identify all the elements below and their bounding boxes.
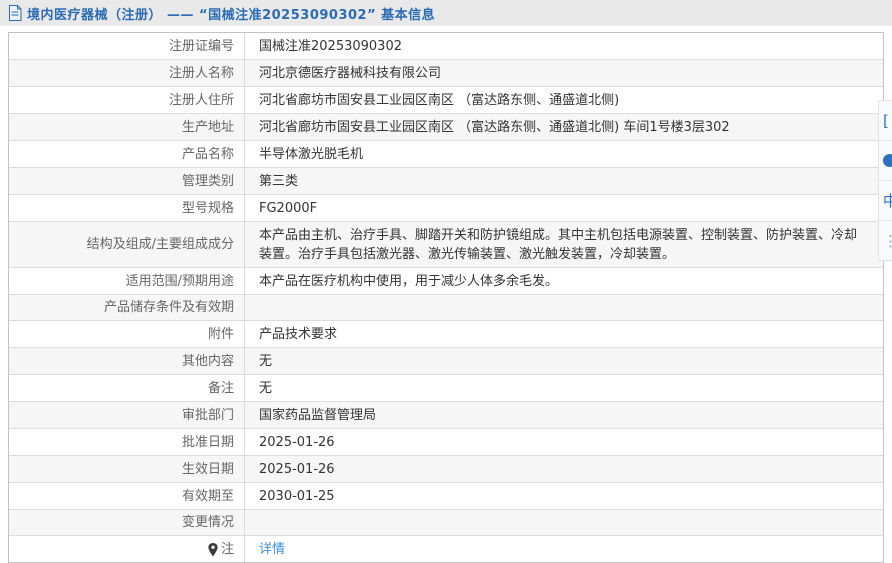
registration-info-table: 注册证编号 国械注准20253090302 注册人名称 河北京德医疗器械科技有限… — [8, 32, 884, 563]
table-row: 注册证编号 国械注准20253090302 — [9, 33, 883, 60]
table-row: 注 详情 — [9, 536, 883, 562]
row-label: 附件 — [9, 321, 244, 347]
row-label: 产品储存条件及有效期 — [9, 295, 244, 320]
row-value: 无 — [244, 375, 883, 401]
table-row: 适用范围/预期用途 本产品在医疗机构中使用，用于减少人体多余毛发。 — [9, 268, 883, 295]
row-value — [244, 295, 883, 320]
row-label: 变更情况 — [9, 510, 244, 535]
table-row: 结构及组成/主要组成成分 本产品由主机、治疗手具、脚踏开关和防护镜组成。其中主机… — [9, 222, 883, 268]
table-row: 管理类别 第三类 — [9, 168, 883, 195]
row-value: 2025-01-26 — [244, 456, 883, 482]
grid-icon: 中 — [883, 190, 892, 211]
row-value: 半导体激光脱毛机 — [244, 141, 883, 167]
row-value: 河北省廊坊市固安县工业园区南区 （富达路东侧、通盛道北侧) 车间1号楼3层302 — [244, 114, 883, 140]
side-panel-item[interactable] — [879, 141, 892, 181]
row-value: 2030-01-25 — [244, 483, 883, 509]
row-value — [244, 510, 883, 535]
table-row: 型号规格 FG2000F — [9, 195, 883, 222]
side-panel: [ 中 ⋮ — [878, 100, 892, 261]
row-label: 备注 — [9, 375, 244, 401]
page-title: 境内医疗器械（注册） —— “国械注准20253090302” 基本信息 — [27, 4, 435, 23]
row-value: 2025-01-26 — [244, 429, 883, 455]
row-label: 注册证编号 — [9, 33, 244, 59]
row-label: 产品名称 — [9, 141, 244, 167]
side-panel-item[interactable]: 中 — [879, 181, 892, 221]
row-label: 结构及组成/主要组成成分 — [9, 222, 244, 267]
table-row: 注册人名称 河北京德医疗器械科技有限公司 — [9, 60, 883, 87]
row-label: 适用范围/预期用途 — [9, 268, 244, 294]
dots-icon: ⋮ — [883, 232, 892, 250]
row-value: 国械注准20253090302 — [244, 33, 883, 59]
row-value: FG2000F — [244, 195, 883, 221]
table-row: 备注 无 — [9, 375, 883, 402]
table-row: 有效期至 2030-01-25 — [9, 483, 883, 510]
row-label: 其他内容 — [9, 348, 244, 374]
side-panel-item[interactable]: [ — [879, 101, 892, 141]
row-label: 审批部门 — [9, 402, 244, 428]
table-row: 附件 产品技术要求 — [9, 321, 883, 348]
table-row: 产品储存条件及有效期 — [9, 295, 883, 321]
pin-icon — [208, 543, 218, 557]
row-value: 详情 — [244, 536, 883, 562]
row-label: 管理类别 — [9, 168, 244, 194]
row-label: 注册人名称 — [9, 60, 244, 86]
bracket-icon: [ — [883, 112, 889, 130]
row-value: 产品技术要求 — [244, 321, 883, 347]
row-value: 国家药品监督管理局 — [244, 402, 883, 428]
circle-icon — [883, 154, 892, 167]
table-row: 批准日期 2025-01-26 — [9, 429, 883, 456]
page-header: 境内医疗器械（注册） —— “国械注准20253090302” 基本信息 — [0, 0, 892, 26]
row-label: 型号规格 — [9, 195, 244, 221]
row-label: 有效期至 — [9, 483, 244, 509]
table-row: 生效日期 2025-01-26 — [9, 456, 883, 483]
table-row: 审批部门 国家药品监督管理局 — [9, 402, 883, 429]
table-row: 注册人住所 河北省廊坊市固安县工业园区南区 （富达路东侧、通盛道北侧) — [9, 87, 883, 114]
row-label: 注 — [9, 536, 244, 562]
side-panel-item[interactable]: ⋮ — [879, 221, 892, 261]
document-icon — [8, 5, 22, 21]
row-value: 本产品由主机、治疗手具、脚踏开关和防护镜组成。其中主机包括电源装置、控制装置、防… — [244, 222, 883, 267]
row-value: 第三类 — [244, 168, 883, 194]
details-link[interactable]: 详情 — [259, 540, 285, 559]
row-value: 河北省廊坊市固安县工业园区南区 （富达路东侧、通盛道北侧) — [244, 87, 883, 113]
row-label: 批准日期 — [9, 429, 244, 455]
row-value: 无 — [244, 348, 883, 374]
row-label: 生效日期 — [9, 456, 244, 482]
table-row: 产品名称 半导体激光脱毛机 — [9, 141, 883, 168]
table-row: 生产地址 河北省廊坊市固安县工业园区南区 （富达路东侧、通盛道北侧) 车间1号楼… — [9, 114, 883, 141]
row-value: 河北京德医疗器械科技有限公司 — [244, 60, 883, 86]
row-value: 本产品在医疗机构中使用，用于减少人体多余毛发。 — [244, 268, 883, 294]
table-row: 其他内容 无 — [9, 348, 883, 375]
row-label: 生产地址 — [9, 114, 244, 140]
row-label: 注册人住所 — [9, 87, 244, 113]
table-row: 变更情况 — [9, 510, 883, 536]
